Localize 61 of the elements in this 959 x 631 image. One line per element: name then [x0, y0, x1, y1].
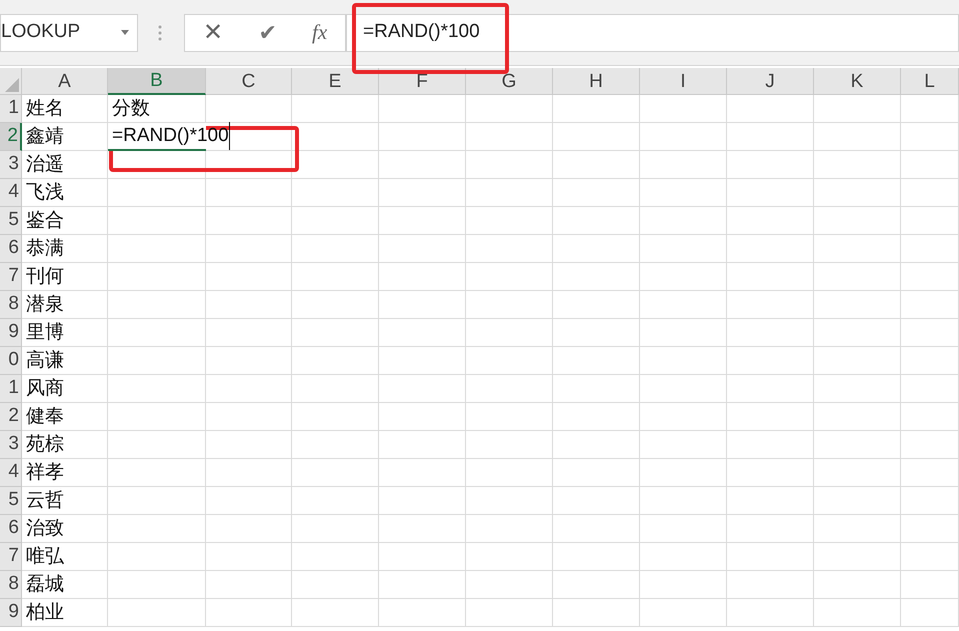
- table-cell-text: 苑棕: [26, 432, 64, 457]
- table-cell-text: 柏业: [26, 600, 64, 625]
- table-cell-text: 潜泉: [26, 292, 64, 317]
- row-header[interactable]: 0: [0, 347, 22, 375]
- table-cell-text: 高谦: [26, 348, 64, 373]
- row-header[interactable]: 5: [0, 487, 22, 515]
- table-cell-text: 祥孝: [26, 460, 64, 485]
- triangle-icon: [5, 78, 19, 92]
- table-cell-text: 风商: [26, 376, 64, 401]
- table-cell-text: 恭满: [26, 236, 64, 261]
- cell-input[interactable]: =RAND()*100: [112, 122, 230, 150]
- table-cell-text: 鉴合: [26, 208, 64, 233]
- column-header[interactable]: J: [727, 68, 814, 95]
- name-box[interactable]: LOOKUP: [0, 14, 138, 52]
- table-cell-text: 刊何: [26, 264, 64, 289]
- table-cell-text: 里博: [26, 320, 64, 345]
- formula-text: =RAND()*100: [363, 20, 480, 44]
- enter-button[interactable]: ✔: [258, 16, 276, 49]
- row-header[interactable]: 1: [0, 375, 22, 403]
- row-header[interactable]: 9: [0, 319, 22, 347]
- drag-handle-icon[interactable]: [158, 24, 162, 40]
- row-header[interactable]: 9: [0, 599, 22, 627]
- column-header[interactable]: K: [814, 68, 901, 95]
- cancel-button[interactable]: ✕: [202, 14, 223, 50]
- row-header[interactable]: 3: [0, 151, 22, 179]
- table-cell-text: 云哲: [26, 488, 64, 513]
- row-header[interactable]: 4: [0, 459, 22, 487]
- column-header[interactable]: G: [466, 68, 553, 95]
- row-header[interactable]: 4: [0, 179, 22, 207]
- table-cell-text: 健奉: [26, 404, 64, 429]
- row-header[interactable]: 2: [0, 123, 22, 151]
- column-header[interactable]: H: [553, 68, 640, 95]
- formula-input[interactable]: =RAND()*100: [346, 14, 959, 52]
- row-header[interactable]: 8: [0, 291, 22, 319]
- row-header[interactable]: 2: [0, 403, 22, 431]
- table-cell-text: 鑫靖: [26, 124, 64, 149]
- table-cell-text: 姓名: [26, 96, 64, 121]
- row-header[interactable]: 5: [0, 207, 22, 235]
- table-cell-text: 唯弘: [26, 544, 64, 569]
- column-header[interactable]: C: [206, 68, 292, 95]
- row-header[interactable]: 7: [0, 543, 22, 571]
- name-box-value: LOOKUP: [1, 20, 80, 44]
- row-header[interactable]: 6: [0, 515, 22, 543]
- row-header[interactable]: 8: [0, 571, 22, 599]
- column-header[interactable]: L: [901, 68, 959, 95]
- table-cell-text: 治致: [26, 516, 64, 541]
- select-all-corner[interactable]: [0, 68, 22, 95]
- table-cell-text: 治遥: [26, 152, 64, 177]
- column-header[interactable]: E: [292, 68, 379, 95]
- row-header[interactable]: 6: [0, 235, 22, 263]
- table-cell-text: 分数: [112, 96, 150, 121]
- column-header[interactable]: I: [640, 68, 727, 95]
- table-cell-text: 磊城: [26, 572, 64, 597]
- column-header[interactable]: A: [22, 68, 108, 95]
- insert-function-button[interactable]: fx: [312, 16, 328, 48]
- row-header[interactable]: 1: [0, 95, 22, 123]
- column-header[interactable]: B: [108, 68, 206, 95]
- row-header[interactable]: 3: [0, 431, 22, 459]
- row-header[interactable]: 7: [0, 263, 22, 291]
- table-cell-text: 飞浅: [26, 180, 64, 205]
- dropdown-caret-icon: [121, 30, 129, 35]
